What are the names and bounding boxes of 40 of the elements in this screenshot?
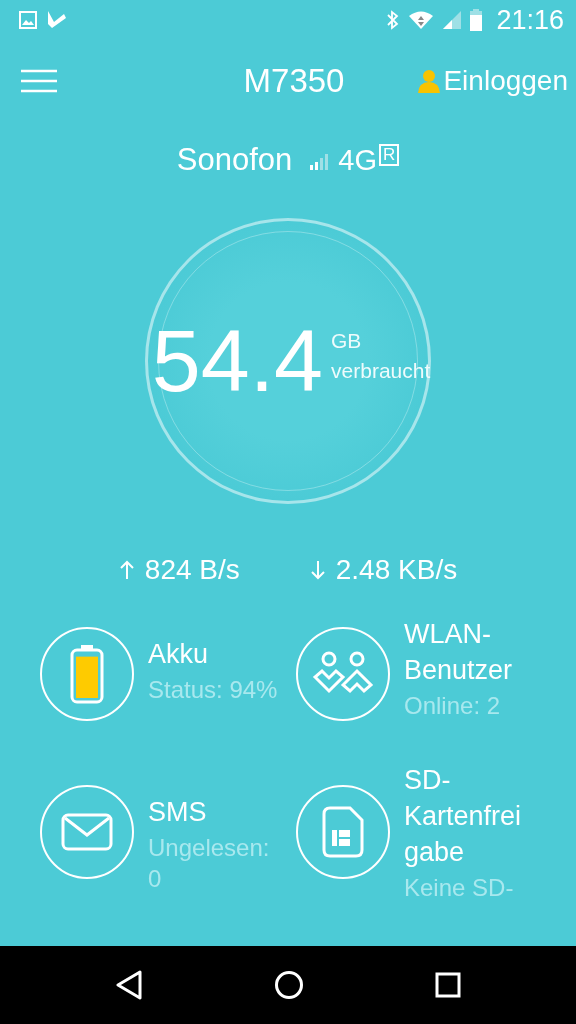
tile-title: SMS bbox=[148, 796, 208, 829]
usage-label: verbraucht bbox=[331, 359, 431, 383]
usage-unit: GB bbox=[331, 329, 363, 353]
signal-bars-icon bbox=[310, 154, 331, 170]
download-arrow-icon bbox=[309, 560, 326, 580]
speed-value: 824 B/s bbox=[144, 554, 240, 586]
back-button[interactable] bbox=[115, 970, 144, 1000]
network-type: 4G bbox=[338, 144, 377, 177]
tile-status: Online: 2 bbox=[404, 691, 502, 721]
battery-icon bbox=[470, 9, 483, 31]
person-icon bbox=[417, 69, 442, 93]
upload-arrow-icon bbox=[118, 560, 135, 580]
sd-card-button[interactable] bbox=[296, 785, 390, 879]
battery-icon bbox=[69, 644, 105, 704]
usage-value: 54.4 bbox=[151, 317, 324, 405]
recents-button[interactable] bbox=[434, 972, 461, 998]
picture-notification-icon bbox=[18, 10, 38, 30]
sd-card-icon bbox=[322, 806, 364, 858]
tile-title: SD- Kartenfrei gabe bbox=[404, 764, 522, 869]
tile-title: Akku bbox=[148, 638, 210, 671]
bluetooth-icon bbox=[386, 10, 401, 30]
signal-icon bbox=[442, 10, 463, 30]
envelope-icon bbox=[61, 813, 113, 851]
battery-button[interactable] bbox=[40, 627, 134, 721]
tile-status: Keine SD- bbox=[404, 873, 515, 903]
tile-status: Ungelesen: 0 bbox=[148, 833, 270, 894]
roaming-badge: R bbox=[378, 144, 400, 166]
tile-title: WLAN- Benutzer bbox=[404, 618, 513, 687]
login-button[interactable]: Einloggen bbox=[417, 65, 568, 97]
wifi-icon bbox=[408, 10, 435, 30]
tile-status: Status: 94% bbox=[148, 675, 278, 705]
speed-value: 2.48 KB/s bbox=[335, 554, 458, 586]
app-title: M7350 bbox=[243, 62, 345, 100]
check-notification-icon bbox=[46, 10, 68, 30]
users-button[interactable] bbox=[296, 627, 390, 721]
home-button[interactable] bbox=[274, 970, 304, 1000]
clock: 21:16 bbox=[496, 4, 564, 36]
sms-button[interactable] bbox=[40, 785, 134, 879]
menu-icon[interactable] bbox=[20, 69, 58, 93]
carrier-name: Sonofon bbox=[176, 142, 293, 178]
